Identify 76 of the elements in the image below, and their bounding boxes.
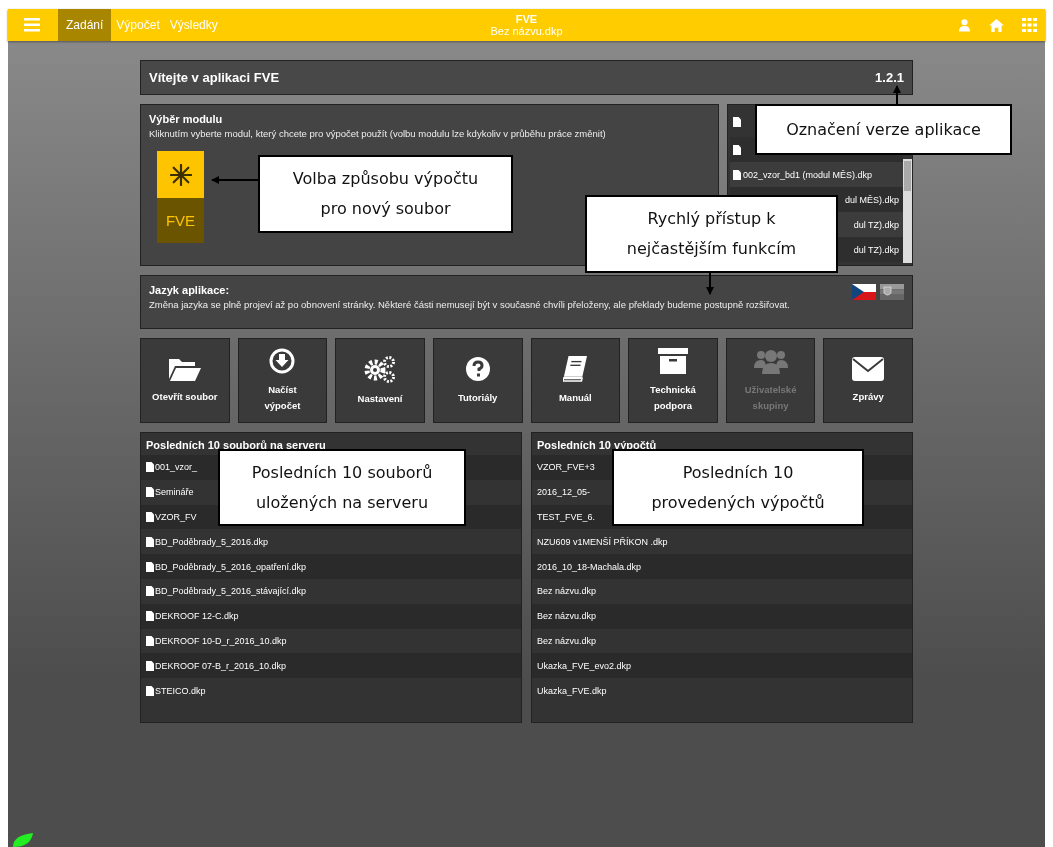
menu-icon[interactable]: [24, 18, 40, 32]
file-name[interactable]: VZOR_FV: [155, 512, 197, 522]
file-name: Bez názvu.dkp: [490, 25, 563, 37]
settings-icon: [364, 354, 397, 383]
file-name[interactable]: DEKROOF 12-C.dkp: [155, 611, 239, 622]
action-button[interactable]: Nastavení: [335, 338, 425, 423]
callout-box: Posledních 10 provedených výpočtů: [612, 449, 864, 526]
action-button[interactable]: Tutoriály: [432, 338, 523, 423]
file-icon: [733, 117, 741, 127]
file-icon: [146, 635, 154, 646]
file-name[interactable]: BD_Poděbrady_5_2016.dkp: [155, 536, 269, 547]
app-title: FVE: [515, 13, 538, 25]
callout-box: Posledních 10 souborů uložených na serveru: [218, 449, 466, 526]
callout-box: Volba způsobu výpočtu pro nový soubor: [258, 155, 513, 233]
home-icon[interactable]: [989, 18, 1004, 32]
panel-hint: Kliknutím vyberte modul, který chcete pro výpočet použít (volbu modulu lze kdykoliv v průběhu práce změnit): [149, 128, 606, 139]
action-button[interactable]: Načíst výpočet: [237, 338, 328, 423]
file-icon: [146, 536, 154, 547]
file-icon: [146, 512, 154, 522]
scrollbar[interactable]: [903, 159, 912, 263]
flag-icon[interactable]: [852, 284, 876, 300]
callout-arrow: [893, 85, 901, 105]
users-icon: [753, 347, 788, 374]
file-icon: [146, 660, 154, 671]
file-name[interactable]: TEST_FVE_6.: [537, 512, 596, 522]
action-button[interactable]: Manuál: [530, 338, 621, 423]
file-icon: [146, 611, 154, 622]
file-name[interactable]: NZU609 v1MENŠÍ PŘÍKON .dkp: [537, 536, 668, 547]
panel-title: Jazyk aplikace:: [149, 284, 231, 296]
file-icon: [733, 169, 741, 180]
file-name[interactable]: STEICO.dkp: [155, 685, 206, 696]
leaf-icon: [13, 833, 33, 847]
callout-box: Rychlý přístup k nejčastějším funkcím: [585, 195, 838, 273]
file-name[interactable]: BD_Poděbrady_5_2016_opatření.dkp: [155, 561, 307, 572]
file-name[interactable]: VZOR_FVE+3: [537, 462, 595, 473]
version-label: 1.2.1: [875, 70, 904, 85]
language-note: Změna jazyka se plně projeví až po obnovení stránky. Některé části nemusejí být v současné chvíli přeloženy, ale překlady budeme postupně rozšiřovat.: [149, 299, 790, 310]
file-name[interactable]: Bez názvu.dkp: [537, 611, 597, 622]
file-name[interactable]: Bez názvu.dkp: [537, 586, 597, 597]
file-name[interactable]: dul TZ).dkp: [853, 244, 899, 255]
welcome-title: Vítejte v aplikaci FVE: [149, 70, 280, 85]
file-name[interactable]: DEKROOF 10-D_r_2016_10.dkp: [155, 635, 287, 646]
file-name[interactable]: Ukazka_FVE.dkp: [537, 685, 607, 696]
file-icon: [146, 586, 154, 597]
file-icon: [146, 487, 154, 498]
action-button[interactable]: Otevřít soubor: [140, 338, 230, 423]
file-name[interactable]: Ukazka_FVE_evo2.dkp: [537, 660, 632, 671]
mail-icon: [852, 356, 885, 381]
archive-icon: [657, 347, 688, 374]
callout-box: Označení verze aplikace: [755, 104, 1012, 155]
action-button[interactable]: Zprávy: [823, 338, 913, 423]
file-icon: [733, 144, 741, 155]
folder-icon: [168, 356, 201, 381]
grid-icon[interactable]: [1022, 18, 1037, 32]
help-icon: [464, 355, 491, 382]
download-icon: [269, 347, 296, 374]
file-name[interactable]: Bez názvu.dkp: [537, 635, 597, 646]
file-name[interactable]: dul TZ).dkp: [853, 219, 899, 230]
file-name[interactable]: Semináře: [155, 487, 194, 498]
file-name[interactable]: 2016_10_18-Machala.dkp: [537, 561, 642, 572]
file-icon: [146, 685, 154, 696]
file-icon: [146, 561, 154, 572]
file-name[interactable]: BD_Poděbrady_5_2016_stávající.dkp: [155, 586, 307, 597]
callout-arrow: [706, 272, 714, 295]
file-name[interactable]: 001_vzor_: [155, 462, 198, 473]
panel-title: Výběr modulu: [149, 113, 223, 125]
book-icon: [563, 355, 588, 382]
action-button[interactable]: Technická podpora: [628, 338, 718, 423]
callout-arrow: [211, 176, 259, 184]
module-tile[interactable]: FVE: [157, 151, 204, 243]
file-name[interactable]: dul MĚS).dkp: [844, 194, 899, 205]
user-icon[interactable]: [958, 18, 971, 32]
file-name[interactable]: DEKROOF 07-B_r_2016_10.dkp: [155, 660, 287, 671]
file-icon: [146, 462, 154, 473]
asterisk-icon: [169, 163, 192, 186]
file-name[interactable]: 2016_12_05-: [537, 487, 591, 498]
